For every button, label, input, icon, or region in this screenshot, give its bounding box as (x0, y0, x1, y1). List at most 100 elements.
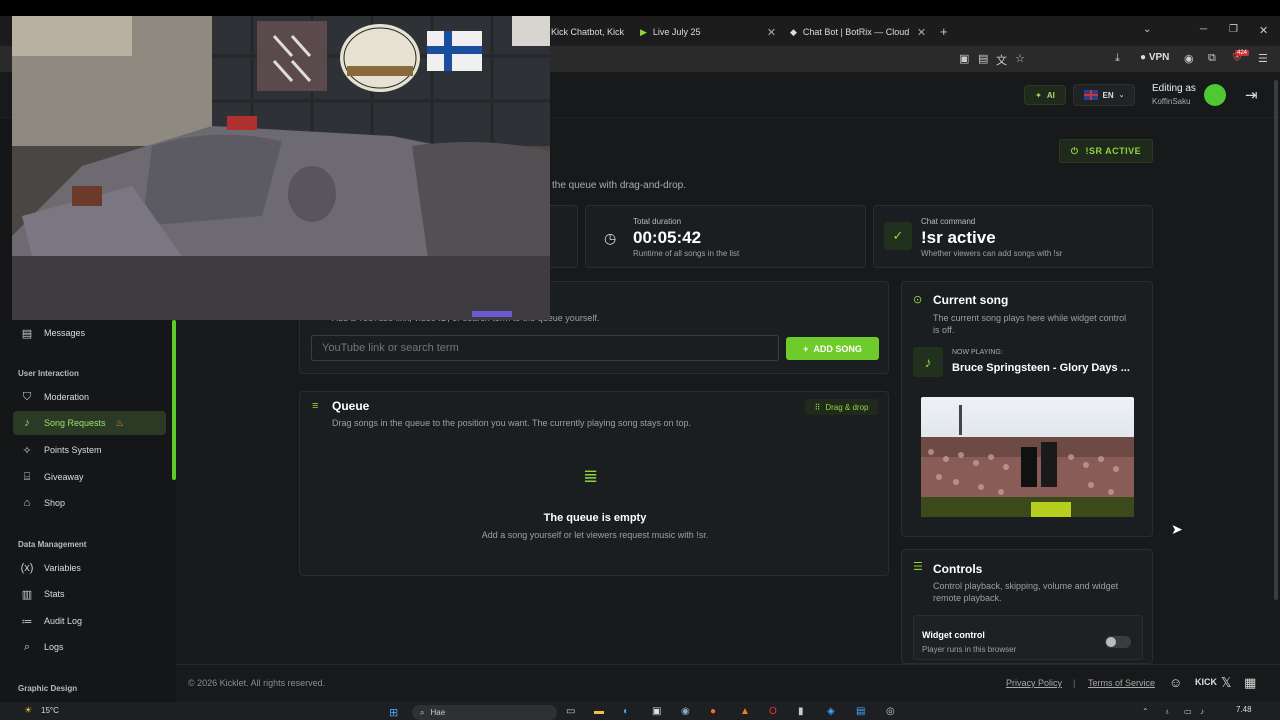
vlc-icon[interactable]: ▲ (740, 706, 750, 717)
discord-icon[interactable]: ☺ (1169, 675, 1182, 690)
sidebar-item-song-requests[interactable]: ♪ Song Requests ♨ (13, 411, 166, 435)
search-icon: ⌕ (420, 707, 425, 717)
drag-drop-label: Drag & drop (825, 402, 869, 412)
stat-sub: Whether viewers can add songs with !sr (921, 249, 1063, 258)
privacy-policy-link[interactable]: Privacy Policy (1006, 678, 1062, 688)
close-icon[interactable]: ✕ (630, 26, 631, 39)
network-icon[interactable]: ▭ (1184, 707, 1192, 716)
sidebar-item-shop[interactable]: ⌂ Shop (13, 491, 166, 515)
controls-card: ☰ Controls Control playback, skipping, v… (901, 549, 1153, 664)
extension-badge: 424 (1235, 50, 1250, 56)
sidebar-item-giveaway[interactable]: ⌸ Giveaway (13, 465, 166, 489)
bookmark-star-icon[interactable]: ☆ (1015, 52, 1025, 65)
steam-icon[interactable]: ◉ (681, 706, 690, 717)
tab-botrix[interactable]: ◆ Chat Bot | BotRix — Cloud Strea ✕ (790, 21, 930, 43)
sidebar-item-logs[interactable]: ⌕ Logs (13, 635, 166, 659)
add-song-button[interactable]: + ADD SONG (786, 337, 879, 360)
sidebar-item-audit-log[interactable]: ≔ Audit Log (13, 609, 166, 633)
menu-icon[interactable]: ☰ (1258, 52, 1268, 65)
translate-icon[interactable]: 文 (996, 52, 1007, 68)
file-explorer-icon[interactable]: ▬ (594, 706, 604, 717)
screenshot-icon[interactable]: ▣ (959, 52, 969, 65)
queue-list-icon: ≡ (312, 400, 319, 412)
tab-list-chevron-icon[interactable]: ⌄ (1143, 24, 1151, 35)
sidebar-item-stats[interactable]: ▥ Stats (13, 582, 166, 606)
edge-icon[interactable]: ◐ (623, 706, 629, 717)
controls-subtitle: Control playback, skipping, volume and w… (933, 581, 1119, 603)
store-icon: ⌂ (23, 497, 31, 509)
minimize-icon[interactable]: ─ (1200, 24, 1207, 35)
webcam-overlay (12, 16, 550, 320)
now-playing-label: NOW PLAYING: (952, 349, 1003, 356)
document-icon[interactable]: ▦ (1244, 675, 1256, 691)
app-icon-2[interactable]: ▤ (856, 706, 865, 717)
avatar[interactable] (1204, 84, 1226, 106)
video-thumbnail[interactable] (921, 397, 1134, 517)
sidebar-item-label: Moderation (44, 392, 90, 402)
status-badge-label: !SR ACTIVE (1085, 146, 1142, 156)
page-scrollbar[interactable] (1274, 80, 1278, 600)
sidebar-item-label: Song Requests (44, 418, 106, 428)
taskbar-search[interactable]: ⌕ Hae (412, 705, 557, 720)
window-close-icon[interactable]: ✕ (1259, 24, 1268, 37)
terms-of-service-link[interactable]: Terms of Service (1088, 678, 1155, 688)
queue-card: ≡ Queue Drag songs in the queue to the p… (299, 391, 889, 576)
message-icon: ▤ (21, 327, 33, 340)
sidebar-scrollbar[interactable] (172, 320, 176, 480)
download-icon[interactable]: ⤓ (1115, 52, 1120, 65)
reader-icon[interactable]: ▤ (978, 52, 988, 65)
taskbar-clock[interactable]: 7.48 (1236, 705, 1252, 714)
close-icon[interactable]: ✕ (917, 26, 926, 39)
variable-icon: (x) (20, 562, 34, 574)
tray-chevron-icon[interactable]: ⌃ (1142, 707, 1149, 716)
kick-icon[interactable]: KICK (1195, 677, 1217, 687)
ai-button[interactable]: ✦ AI (1024, 85, 1066, 105)
sidebar-item-label: Stats (44, 589, 65, 599)
username: KoffinSaku (1152, 97, 1191, 106)
sidebar-section-graphic-design: Graphic Design (18, 684, 78, 693)
widget-control-toggle[interactable] (1105, 636, 1131, 648)
tab-label: Live July 25 (652, 27, 701, 37)
footer-divider (176, 664, 1280, 665)
task-view-icon[interactable]: ▭ (566, 706, 575, 717)
play-circle-icon: ⊙ (913, 294, 923, 306)
account-icon[interactable]: ◉ (1184, 52, 1194, 65)
volume-icon[interactable]: ♪ (1200, 707, 1204, 716)
x-icon[interactable]: 𝕏 (1221, 675, 1231, 691)
tab-kick-chatbot[interactable]: Kick Chatbot, Kick ✕ (551, 21, 631, 43)
extensions-icon[interactable]: ⧉ (1208, 52, 1216, 65)
widget-control-label: Widget control (922, 630, 985, 640)
terminal-icon[interactable]: ▮ (798, 706, 804, 717)
windows-start-icon[interactable]: ⊞ (389, 706, 398, 719)
vpn-button[interactable]: ● VPN (1140, 52, 1169, 63)
language-selector[interactable]: EN ⌄ (1073, 84, 1135, 106)
sidebar-item-messages[interactable]: ▤ Messages (13, 321, 166, 345)
stat-card-chat-command: ✓ Chat command !sr active Whether viewer… (873, 205, 1153, 268)
weather-temp[interactable]: 15°C (41, 706, 59, 715)
drag-drop-badge: ⠿ Drag & drop (805, 399, 878, 415)
chevron-down-icon: ⌄ (1118, 92, 1125, 99)
firefox-icon[interactable]: ● (710, 706, 716, 717)
sidebar-item-points-system[interactable]: ✧ Points System (13, 438, 166, 462)
opera-icon[interactable]: O (769, 706, 777, 717)
tab-live[interactable]: ▶ Live July 25 ✕ (640, 21, 780, 43)
app-icon[interactable]: ◈ (827, 706, 835, 717)
maximize-icon[interactable]: ❐ (1229, 24, 1238, 35)
grip-icon: ⠿ (814, 402, 821, 412)
song-search-input[interactable] (311, 335, 779, 361)
new-tab-icon[interactable]: + (940, 24, 948, 39)
gift-icon: ⌸ (23, 470, 31, 483)
sidebar-item-variables[interactable]: (x) Variables (13, 556, 166, 580)
close-icon[interactable]: ✕ (767, 26, 776, 39)
stat-value: !sr active (921, 228, 996, 247)
store-taskbar-icon[interactable]: ▣ (652, 706, 661, 717)
current-song-card: ⊙ Current song The current song plays he… (901, 281, 1153, 537)
audit-log-icon: ≔ (21, 615, 33, 628)
sidebar-item-moderation[interactable]: ⛉ Moderation (13, 385, 166, 409)
shield-icon: ⛉ (22, 390, 32, 403)
logout-icon[interactable]: ⇥ (1245, 86, 1258, 104)
widget-control-sub: Player runs in this browser (922, 645, 1017, 654)
obs-icon[interactable]: ◎ (886, 706, 895, 717)
microphone-icon[interactable]: ♁ (1164, 707, 1170, 716)
sliders-icon: ☰ (913, 561, 923, 573)
